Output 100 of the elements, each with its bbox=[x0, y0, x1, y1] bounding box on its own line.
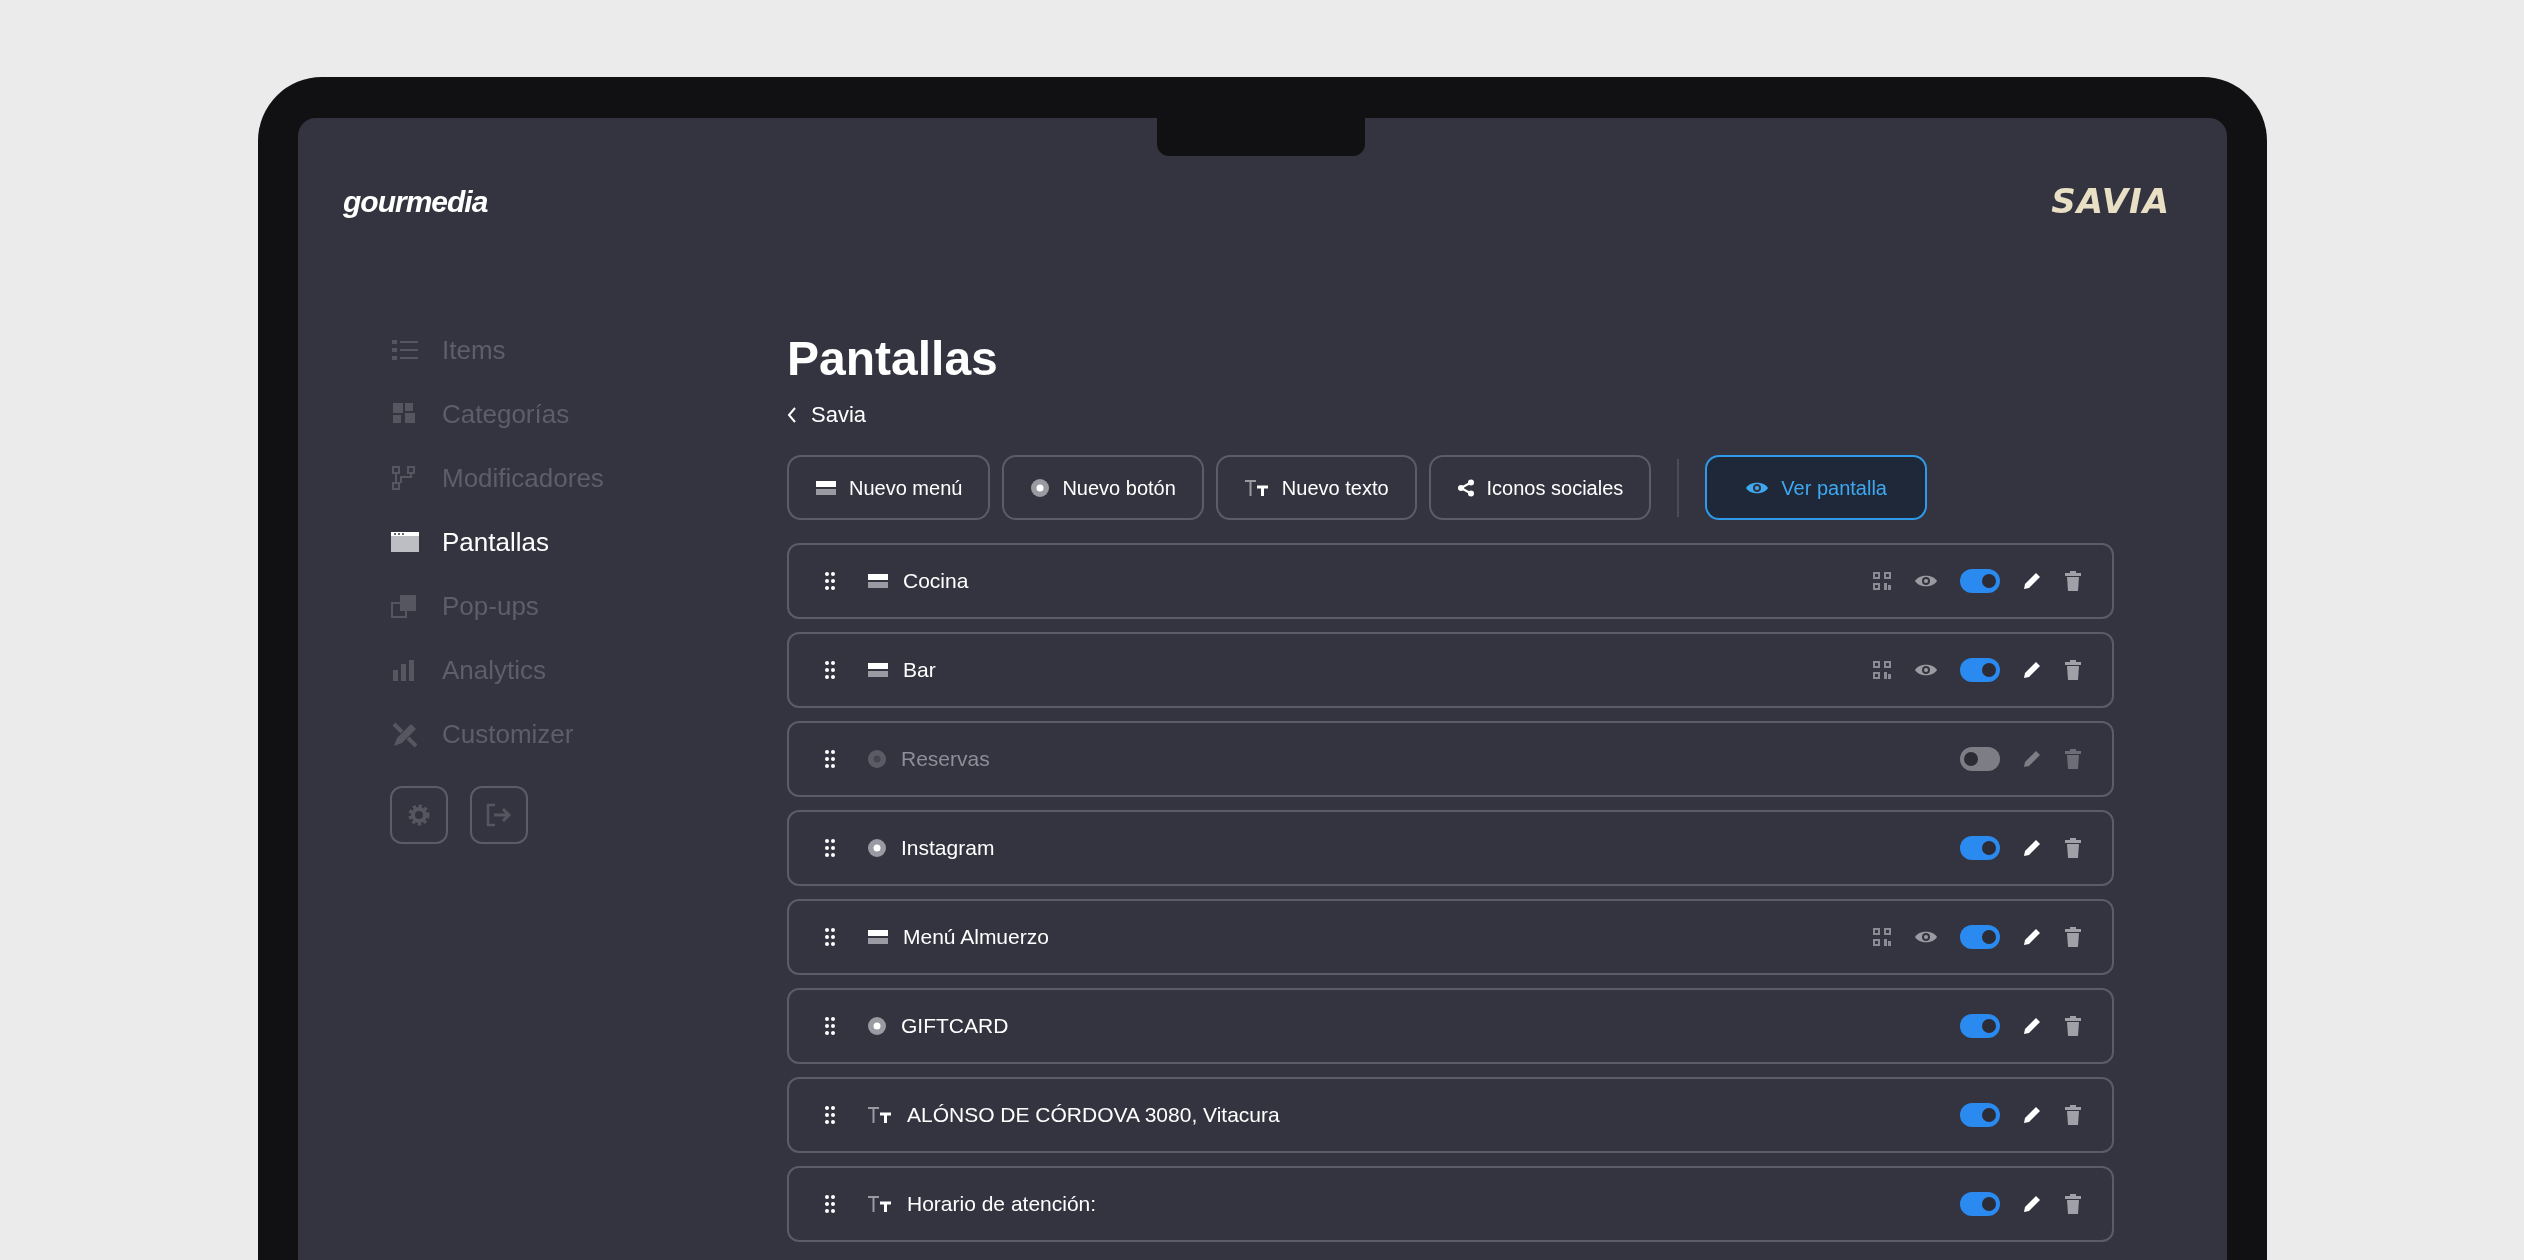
visibility-toggle[interactable] bbox=[1960, 836, 2000, 860]
text-size-icon bbox=[867, 1106, 893, 1124]
pencil-icon bbox=[2022, 571, 2042, 591]
pencil-icon bbox=[2022, 838, 2042, 858]
delete-button[interactable] bbox=[2064, 749, 2082, 769]
qr-code-icon bbox=[1872, 927, 1892, 947]
edit-button[interactable] bbox=[2022, 571, 2042, 591]
panel-icon bbox=[867, 661, 889, 679]
delete-button[interactable] bbox=[2064, 927, 2082, 947]
visibility-toggle[interactable] bbox=[1960, 747, 2000, 771]
delete-button[interactable] bbox=[2064, 1016, 2082, 1036]
toolbar-button[interactable]: Nuevo menú bbox=[787, 455, 991, 520]
delete-button[interactable] bbox=[2064, 1194, 2082, 1214]
screen-name: ALÓNSO DE CÓRDOVA 3080, Vitacura bbox=[907, 1102, 1280, 1129]
drag-handle-icon bbox=[825, 1106, 835, 1124]
pencil-ruler-icon bbox=[390, 720, 420, 748]
trash-icon bbox=[2064, 927, 2082, 947]
preview-button[interactable] bbox=[1914, 662, 1938, 678]
trash-icon bbox=[2064, 749, 2082, 769]
pencil-icon bbox=[2022, 749, 2042, 769]
text-size-icon bbox=[1243, 478, 1270, 497]
edit-button[interactable] bbox=[2022, 1194, 2042, 1214]
screen-row[interactable]: Bar bbox=[787, 632, 2114, 708]
chevron-left-icon bbox=[787, 406, 797, 424]
panel-icon bbox=[815, 478, 837, 497]
screen-row[interactable]: Instagram bbox=[787, 810, 2114, 886]
toolbar-button[interactable]: Iconos sociales bbox=[1428, 455, 1652, 520]
radio-icon bbox=[867, 838, 887, 858]
logout-icon bbox=[485, 802, 513, 828]
edit-button[interactable] bbox=[2022, 660, 2042, 680]
delete-button[interactable] bbox=[2064, 1105, 2082, 1125]
radio-icon bbox=[867, 1016, 887, 1036]
drag-handle-icon bbox=[825, 1195, 835, 1213]
edit-button[interactable] bbox=[2022, 838, 2042, 858]
page-title: Pantallas bbox=[787, 331, 999, 387]
screen-name: GIFTCARD bbox=[901, 1013, 1009, 1040]
trash-icon bbox=[2064, 1194, 2082, 1214]
pencil-icon bbox=[2022, 927, 2042, 947]
screen-row[interactable]: Cocina bbox=[787, 543, 2114, 619]
preview-button[interactable] bbox=[1914, 929, 1938, 945]
screen-name: Menú Almuerzo bbox=[903, 924, 1049, 951]
delete-button[interactable] bbox=[2064, 660, 2082, 680]
pencil-icon bbox=[2022, 660, 2042, 680]
radio-icon bbox=[867, 749, 887, 769]
visibility-toggle[interactable] bbox=[1960, 1192, 2000, 1216]
drag-handle-icon bbox=[825, 928, 835, 946]
screen-name: Instagram bbox=[901, 835, 995, 862]
eye-icon bbox=[1914, 929, 1938, 945]
qr-button[interactable] bbox=[1872, 571, 1892, 591]
eye-icon bbox=[1914, 662, 1938, 678]
screen-row[interactable]: Reservas bbox=[787, 721, 2114, 797]
back-link[interactable]: Savia bbox=[787, 400, 867, 430]
qr-code-icon bbox=[1872, 660, 1892, 680]
qr-button[interactable] bbox=[1872, 927, 1892, 947]
drag-handle-icon bbox=[825, 1017, 835, 1035]
trash-icon bbox=[2064, 1016, 2082, 1036]
screen-row[interactable]: Horario de atención: bbox=[787, 1166, 2114, 1242]
screen-name: Reservas bbox=[901, 746, 990, 773]
drag-handle-icon bbox=[825, 839, 835, 857]
visibility-toggle[interactable] bbox=[1960, 658, 2000, 682]
share-icon bbox=[1456, 478, 1475, 497]
client-logo: SAVIA bbox=[2051, 180, 2170, 223]
screen-name: Bar bbox=[903, 657, 936, 684]
trash-icon bbox=[2064, 571, 2082, 591]
qr-code-icon bbox=[1872, 571, 1892, 591]
edit-button[interactable] bbox=[2022, 927, 2042, 947]
delete-button[interactable] bbox=[2064, 571, 2082, 591]
text-size-icon bbox=[867, 1195, 893, 1213]
panel-icon bbox=[867, 572, 889, 590]
sidebar-item[interactable]: Pantallas bbox=[390, 510, 549, 574]
delete-button[interactable] bbox=[2064, 838, 2082, 858]
radio-icon bbox=[1030, 477, 1051, 498]
screen-name: Cocina bbox=[903, 568, 969, 595]
screen-name: Horario de atención: bbox=[907, 1191, 1097, 1218]
eye-icon bbox=[1914, 573, 1938, 589]
visibility-toggle[interactable] bbox=[1960, 569, 2000, 593]
visibility-toggle[interactable] bbox=[1960, 1103, 2000, 1127]
qr-button[interactable] bbox=[1872, 660, 1892, 680]
pencil-icon bbox=[2022, 1105, 2042, 1125]
settings-icon bbox=[406, 802, 432, 828]
visibility-toggle[interactable] bbox=[1960, 1014, 2000, 1038]
screen-row[interactable]: Menú Almuerzo bbox=[787, 899, 2114, 975]
panel-icon bbox=[867, 928, 889, 946]
toolbar-button[interactable]: Ver pantalla bbox=[1705, 455, 1927, 520]
toolbar-button[interactable]: Nuevo botón bbox=[1002, 455, 1204, 520]
pencil-icon bbox=[2022, 1016, 2042, 1036]
trash-icon bbox=[2064, 1105, 2082, 1125]
visibility-toggle[interactable] bbox=[1960, 925, 2000, 949]
screen-row[interactable]: ALÓNSO DE CÓRDOVA 3080, Vitacura bbox=[787, 1077, 2114, 1153]
drag-handle-icon bbox=[825, 661, 835, 679]
edit-button[interactable] bbox=[2022, 1105, 2042, 1125]
preview-button[interactable] bbox=[1914, 573, 1938, 589]
trash-icon bbox=[2064, 660, 2082, 680]
edit-button[interactable] bbox=[2022, 1016, 2042, 1036]
drag-handle-icon bbox=[825, 572, 835, 590]
trash-icon bbox=[2064, 838, 2082, 858]
screen-row[interactable]: GIFTCARD bbox=[787, 988, 2114, 1064]
brand-logo: gourmedia bbox=[343, 184, 488, 220]
pencil-icon bbox=[2022, 1194, 2042, 1214]
toolbar-button[interactable]: Nuevo texto bbox=[1215, 455, 1417, 520]
